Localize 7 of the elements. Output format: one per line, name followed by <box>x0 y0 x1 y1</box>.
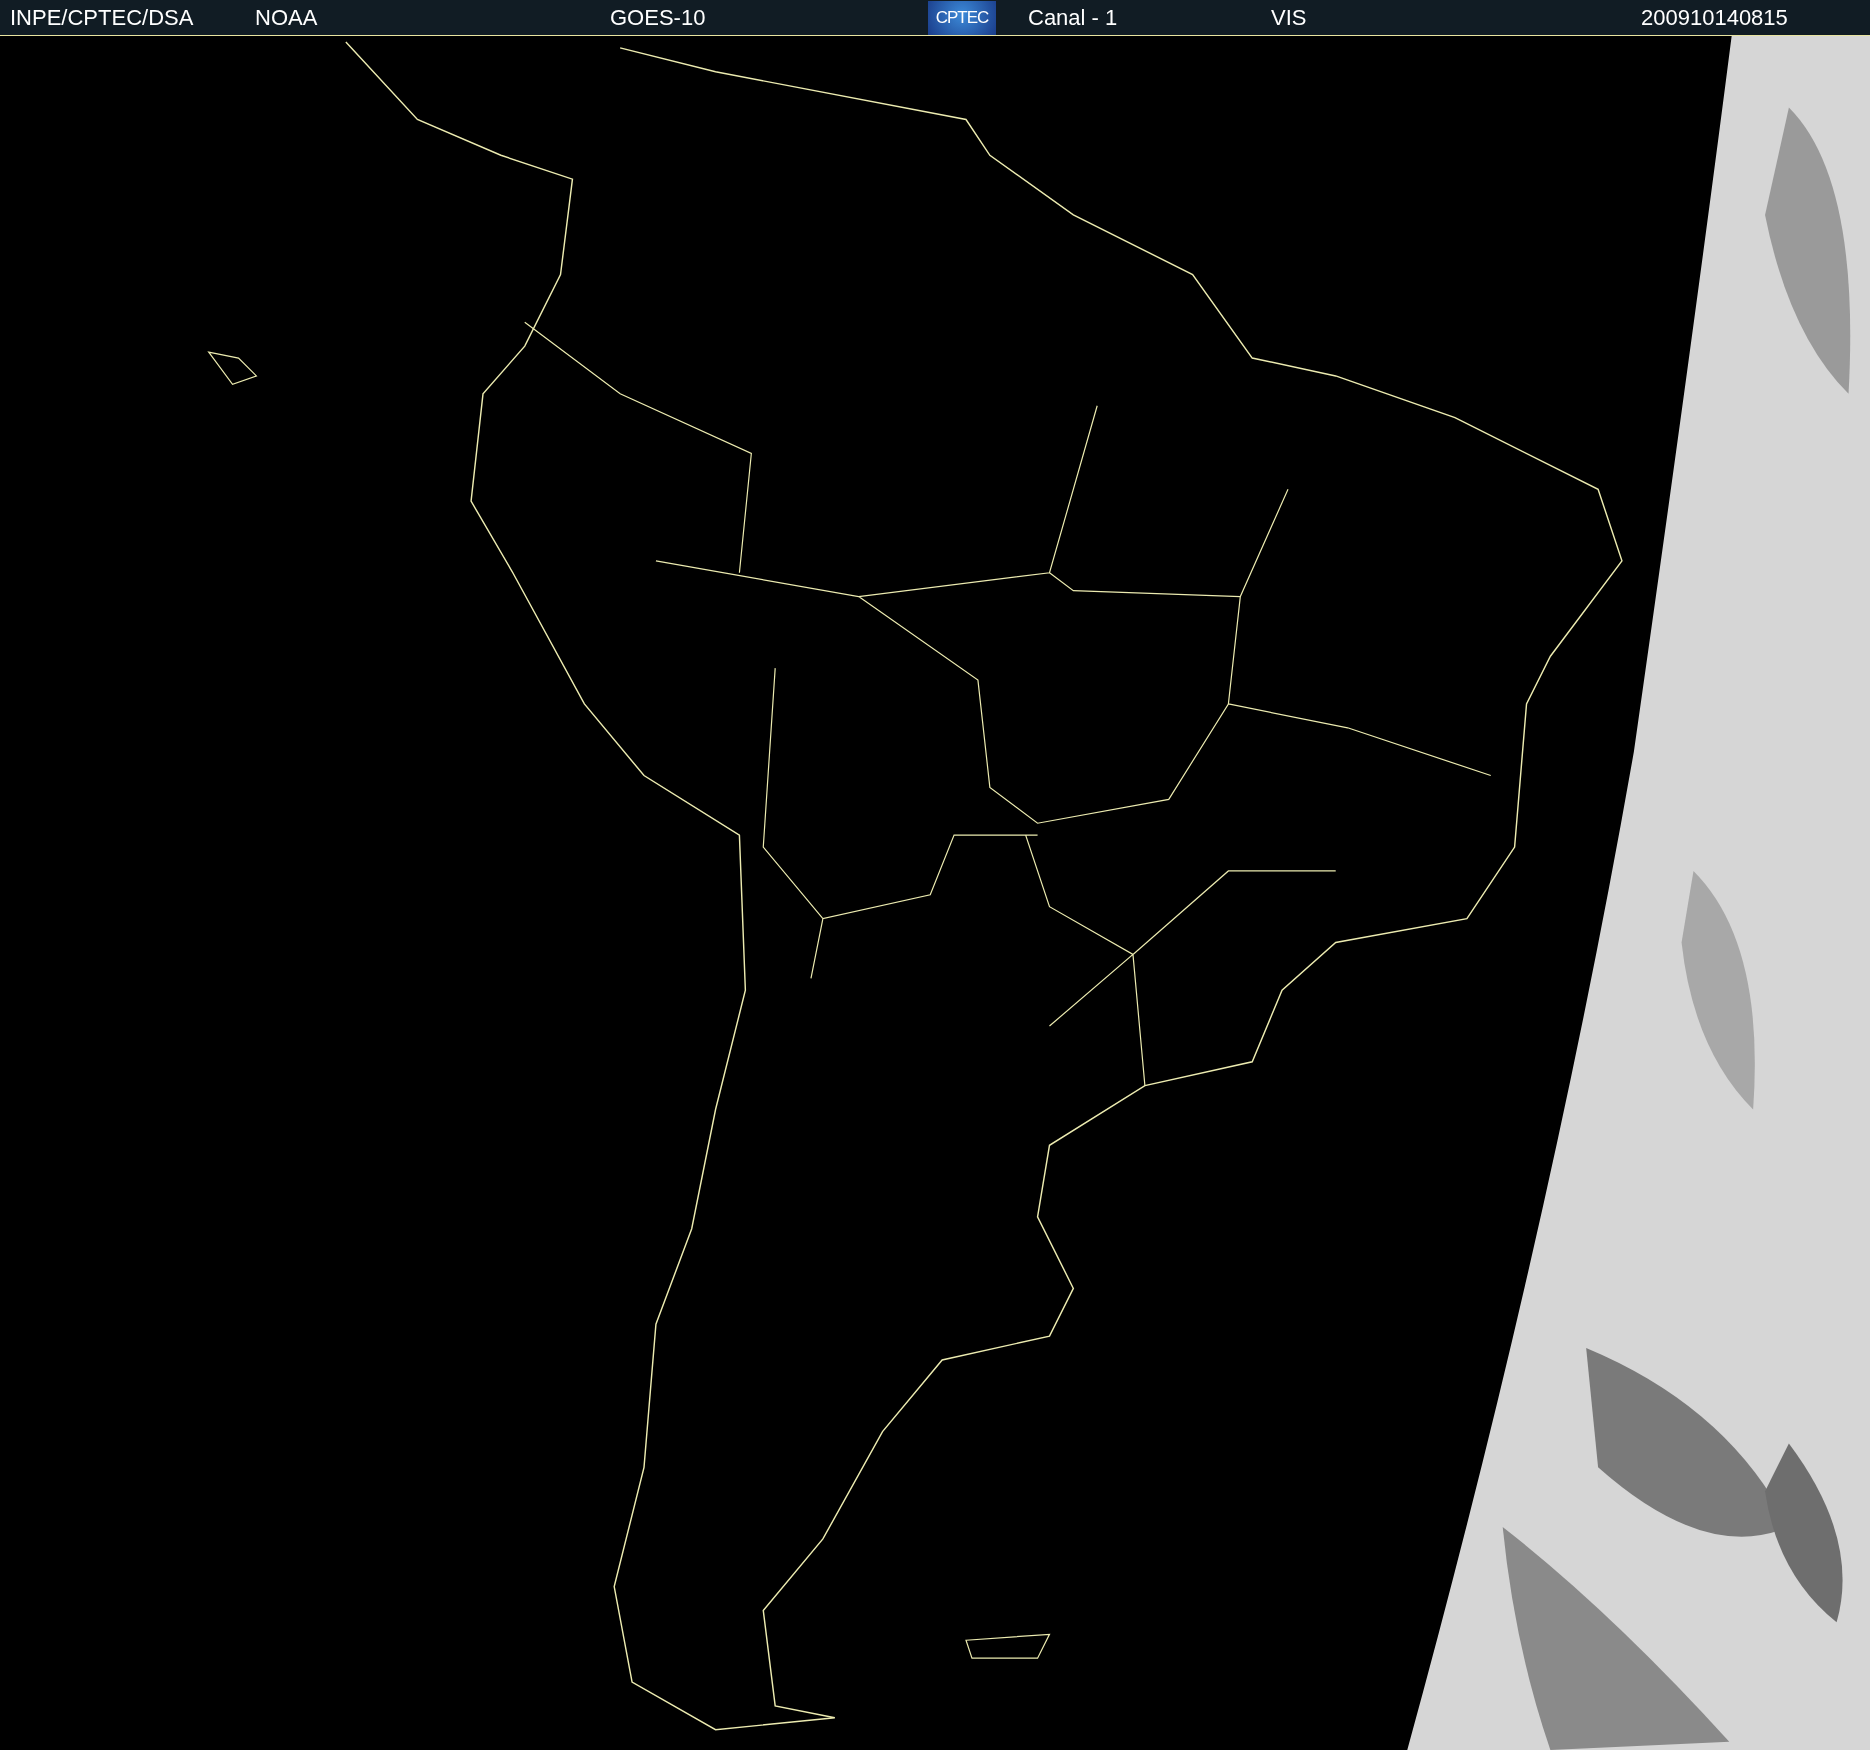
agency-label: INPE/CPTEC/DSA <box>10 4 194 31</box>
source-label: NOAA <box>255 4 318 31</box>
cptec-logo: CPTEC <box>928 0 996 35</box>
band-label: VIS <box>1271 4 1307 31</box>
satellite-label: GOES-10 <box>610 4 706 31</box>
timestamp-label: 200910140815 <box>1641 4 1788 31</box>
channel-label: Canal - 1 <box>1028 4 1118 31</box>
